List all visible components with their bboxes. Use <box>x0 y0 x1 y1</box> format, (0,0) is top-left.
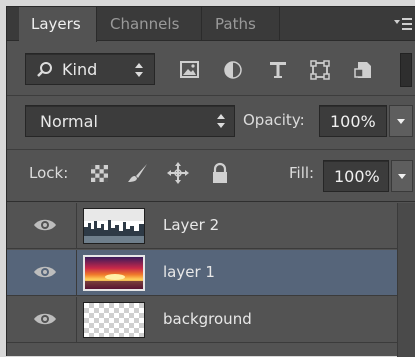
visibility-toggle[interactable] <box>7 297 77 343</box>
filter-kind-label: Kind <box>62 60 98 79</box>
updown-arrow-icon <box>216 113 226 133</box>
blend-mode-select[interactable]: Normal <box>25 105 235 137</box>
divider <box>7 201 415 202</box>
lock-label: Lock: <box>29 164 69 182</box>
panel-tab-bar: Layers Channels Paths <box>7 7 415 42</box>
lock-transparent-pixels-icon[interactable] <box>89 162 111 184</box>
layer-name[interactable]: layer 1 <box>163 263 215 281</box>
layer-row-layer-1[interactable]: layer 1 <box>7 250 397 296</box>
search-icon <box>36 61 54 83</box>
type-layer-filter-icon[interactable] <box>267 60 289 80</box>
lock-all-icon[interactable] <box>209 162 231 184</box>
filter-toggle-switch[interactable] <box>400 53 412 87</box>
shape-layer-filter-icon[interactable] <box>309 60 331 80</box>
tab-channels[interactable]: Channels <box>98 7 202 41</box>
fill-dropdown-button[interactable] <box>391 160 413 192</box>
layers-panel: Layers Channels Paths Kind Normal Opacit… <box>6 6 415 357</box>
opacity-label: Opacity: <box>243 111 305 129</box>
fill-input[interactable]: 100% <box>323 160 389 192</box>
layer-name[interactable]: background <box>163 310 252 328</box>
lock-image-pixels-icon[interactable] <box>127 162 149 184</box>
chevron-down-icon <box>397 119 405 124</box>
divider <box>7 95 415 96</box>
layer-row-layer-2[interactable]: Layer 2 <box>7 203 397 249</box>
smart-object-filter-icon[interactable] <box>353 60 375 80</box>
eye-icon <box>33 264 57 280</box>
layer-thumbnail-sunset <box>83 255 145 291</box>
adjustment-layer-filter-icon[interactable] <box>222 60 244 80</box>
layer-row-background[interactable]: background <box>7 297 397 343</box>
updown-arrow-icon <box>134 62 144 82</box>
fill-label: Fill: <box>289 164 315 182</box>
filter-kind-select[interactable]: Kind <box>25 53 155 85</box>
layer-thumbnail-transparent <box>83 302 145 338</box>
visibility-toggle[interactable] <box>7 203 77 249</box>
lock-position-icon[interactable] <box>167 162 189 184</box>
opacity-value: 100% <box>330 112 376 131</box>
opacity-input[interactable]: 100% <box>319 105 387 137</box>
eye-icon <box>33 311 57 327</box>
tab-paths[interactable]: Paths <box>203 7 280 41</box>
panel-menu-icon[interactable] <box>393 16 413 32</box>
blend-mode-value: Normal <box>40 112 98 131</box>
eye-icon <box>33 217 57 233</box>
layer-name[interactable]: Layer 2 <box>163 216 219 234</box>
fill-value: 100% <box>334 167 380 186</box>
tab-layers[interactable]: Layers <box>19 7 97 42</box>
layers-scrollbar[interactable] <box>397 203 415 357</box>
layers-list: Layer 2 layer 1 background <box>7 203 397 348</box>
divider <box>7 149 415 150</box>
layer-thumbnail-city-skyline <box>83 208 145 244</box>
pixel-layer-filter-icon[interactable] <box>179 60 201 80</box>
visibility-toggle[interactable] <box>7 250 77 296</box>
chevron-down-icon <box>398 174 406 179</box>
opacity-dropdown-button[interactable] <box>389 105 413 137</box>
